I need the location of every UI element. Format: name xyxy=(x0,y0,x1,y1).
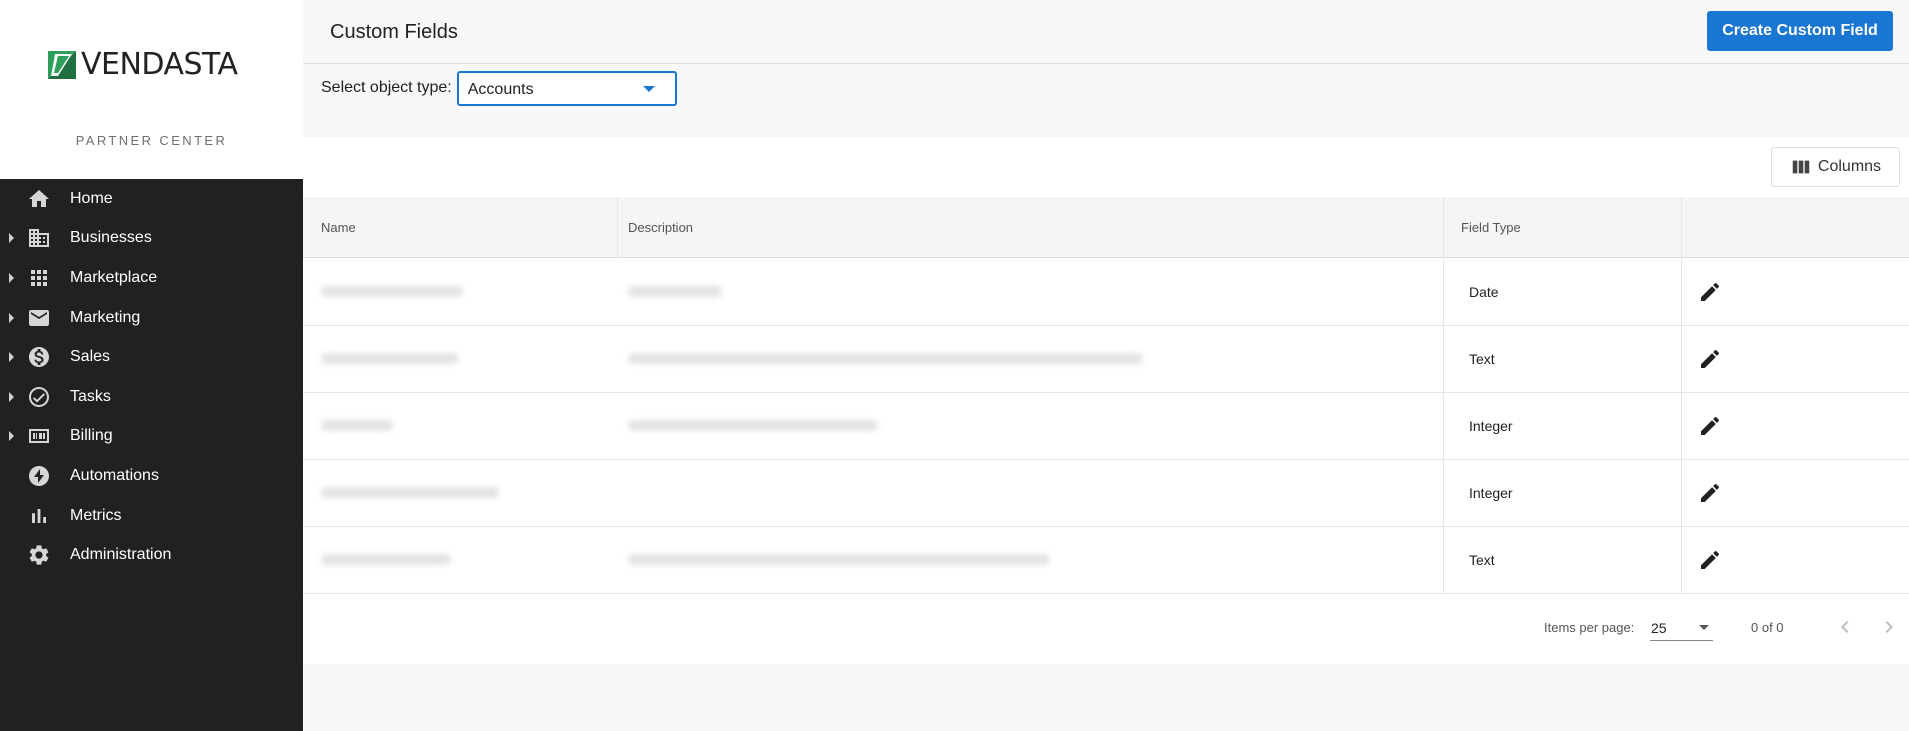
vendasta-logo-icon xyxy=(48,51,76,79)
table-header: Name Description Field Type xyxy=(303,197,1909,258)
dollar-icon xyxy=(27,345,51,369)
table-row[interactable]: Integer xyxy=(303,460,1909,527)
redacted-name xyxy=(321,487,499,498)
previous-page-icon[interactable] xyxy=(1833,615,1857,639)
edit-icon[interactable] xyxy=(1698,414,1722,438)
bolt-icon xyxy=(27,464,51,488)
redacted-description xyxy=(628,353,1143,364)
logo-text: VENDASTA xyxy=(81,47,238,82)
object-type-label: Select object type: xyxy=(321,79,452,96)
create-custom-field-button[interactable]: Create Custom Field xyxy=(1707,11,1893,51)
redacted-name xyxy=(321,554,451,565)
sidebar-item-administration[interactable]: Administration xyxy=(0,535,303,575)
building-icon xyxy=(27,226,51,250)
mail-icon xyxy=(27,306,51,330)
redacted-description xyxy=(628,554,1050,565)
column-header-name[interactable]: Name xyxy=(303,197,356,257)
sidebar-item-marketplace[interactable]: Marketplace xyxy=(0,258,303,298)
dropdown-arrow-icon xyxy=(1699,625,1709,630)
column-divider xyxy=(1681,197,1682,257)
vendasta-logo[interactable]: VENDASTA xyxy=(46,49,238,81)
column-divider xyxy=(617,197,618,257)
columns-button[interactable]: Columns xyxy=(1771,147,1900,187)
expand-caret-icon[interactable] xyxy=(9,352,14,363)
sidebar-nav: Home Businesses Marketplace Marketing Sa… xyxy=(0,179,303,575)
field-type-cell: Text xyxy=(1469,552,1495,568)
expand-caret-icon[interactable] xyxy=(9,391,14,402)
column-divider xyxy=(1443,197,1444,257)
expand-caret-icon[interactable] xyxy=(9,431,14,442)
edit-icon[interactable] xyxy=(1698,280,1722,304)
sidebar-item-label: Home xyxy=(70,189,113,207)
redacted-name xyxy=(321,286,463,297)
sidebar-item-label: Sales xyxy=(70,348,111,366)
sidebar: VENDASTA PARTNER CENTER Home Businesses … xyxy=(0,0,303,731)
page-size-value: 25 xyxy=(1651,620,1667,636)
redacted-description xyxy=(628,420,878,431)
field-type-cell: Text xyxy=(1469,351,1495,367)
page-range-label: 0 of 0 xyxy=(1751,620,1784,635)
columns-button-label: Columns xyxy=(1817,158,1882,175)
bar-chart-icon xyxy=(27,504,51,528)
page-title: Custom Fields xyxy=(330,21,458,43)
sidebar-item-label: Tasks xyxy=(70,387,111,405)
field-type-cell: Date xyxy=(1469,284,1499,300)
billing-icon xyxy=(27,424,51,448)
sidebar-item-label: Metrics xyxy=(70,506,122,524)
items-per-page-label: Items per page: xyxy=(1544,620,1635,635)
expand-caret-icon[interactable] xyxy=(9,312,14,323)
grid-icon xyxy=(27,266,51,290)
field-type-cell: Integer xyxy=(1469,485,1513,501)
brand-header: VENDASTA PARTNER CENTER xyxy=(0,0,303,179)
custom-fields-table-card: Columns Name Description Field Type Date… xyxy=(303,137,1909,664)
table-row[interactable]: Integer xyxy=(303,393,1909,460)
table-row[interactable]: Date xyxy=(303,259,1909,326)
main-content: Custom Fields Create Custom Field Select… xyxy=(303,0,1909,731)
sidebar-item-label: Administration xyxy=(70,546,172,564)
gear-icon xyxy=(27,543,51,567)
object-type-filter: Select object type: Accounts xyxy=(321,70,677,106)
sidebar-item-label: Automations xyxy=(70,466,159,484)
redacted-name xyxy=(321,353,459,364)
sidebar-item-metrics[interactable]: Metrics xyxy=(0,496,303,536)
sidebar-item-home[interactable]: Home xyxy=(0,179,303,219)
columns-icon xyxy=(1792,160,1810,174)
check-circle-icon xyxy=(27,385,51,409)
table-row[interactable]: Text xyxy=(303,326,1909,393)
dropdown-arrow-icon xyxy=(642,85,655,92)
redacted-description xyxy=(628,286,722,297)
object-type-value: Accounts xyxy=(467,80,534,98)
sidebar-item-tasks[interactable]: Tasks xyxy=(0,377,303,417)
expand-caret-icon[interactable] xyxy=(9,272,14,283)
home-icon xyxy=(27,187,51,211)
column-header-description[interactable]: Description xyxy=(610,197,693,257)
table-row[interactable]: Text xyxy=(303,527,1909,594)
edit-icon[interactable] xyxy=(1698,481,1722,505)
paginator: Items per page: 25 0 of 0 xyxy=(303,607,1909,647)
top-bar: Custom Fields Create Custom Field xyxy=(303,0,1909,64)
sidebar-item-label: Businesses xyxy=(70,229,152,247)
table-body: Date Text Integer Integer Text xyxy=(303,259,1909,594)
column-header-field-type[interactable]: Field Type xyxy=(1443,197,1521,257)
sidebar-item-businesses[interactable]: Businesses xyxy=(0,219,303,259)
brand-subtitle: PARTNER CENTER xyxy=(75,133,228,148)
field-type-cell: Integer xyxy=(1469,418,1513,434)
edit-icon[interactable] xyxy=(1698,347,1722,371)
sidebar-item-label: Billing xyxy=(70,427,113,445)
sidebar-item-label: Marketplace xyxy=(70,268,158,286)
sidebar-item-billing[interactable]: Billing xyxy=(0,417,303,457)
sidebar-item-marketing[interactable]: Marketing xyxy=(0,298,303,338)
sidebar-item-label: Marketing xyxy=(70,308,141,326)
edit-icon[interactable] xyxy=(1698,548,1722,572)
redacted-name xyxy=(321,420,393,431)
next-page-icon[interactable] xyxy=(1877,615,1901,639)
expand-caret-icon[interactable] xyxy=(9,233,14,244)
object-type-select[interactable]: Accounts xyxy=(456,70,677,106)
sidebar-item-sales[interactable]: Sales xyxy=(0,337,303,377)
page-size-select[interactable]: 25 xyxy=(1650,615,1713,641)
sidebar-item-automations[interactable]: Automations xyxy=(0,456,303,496)
